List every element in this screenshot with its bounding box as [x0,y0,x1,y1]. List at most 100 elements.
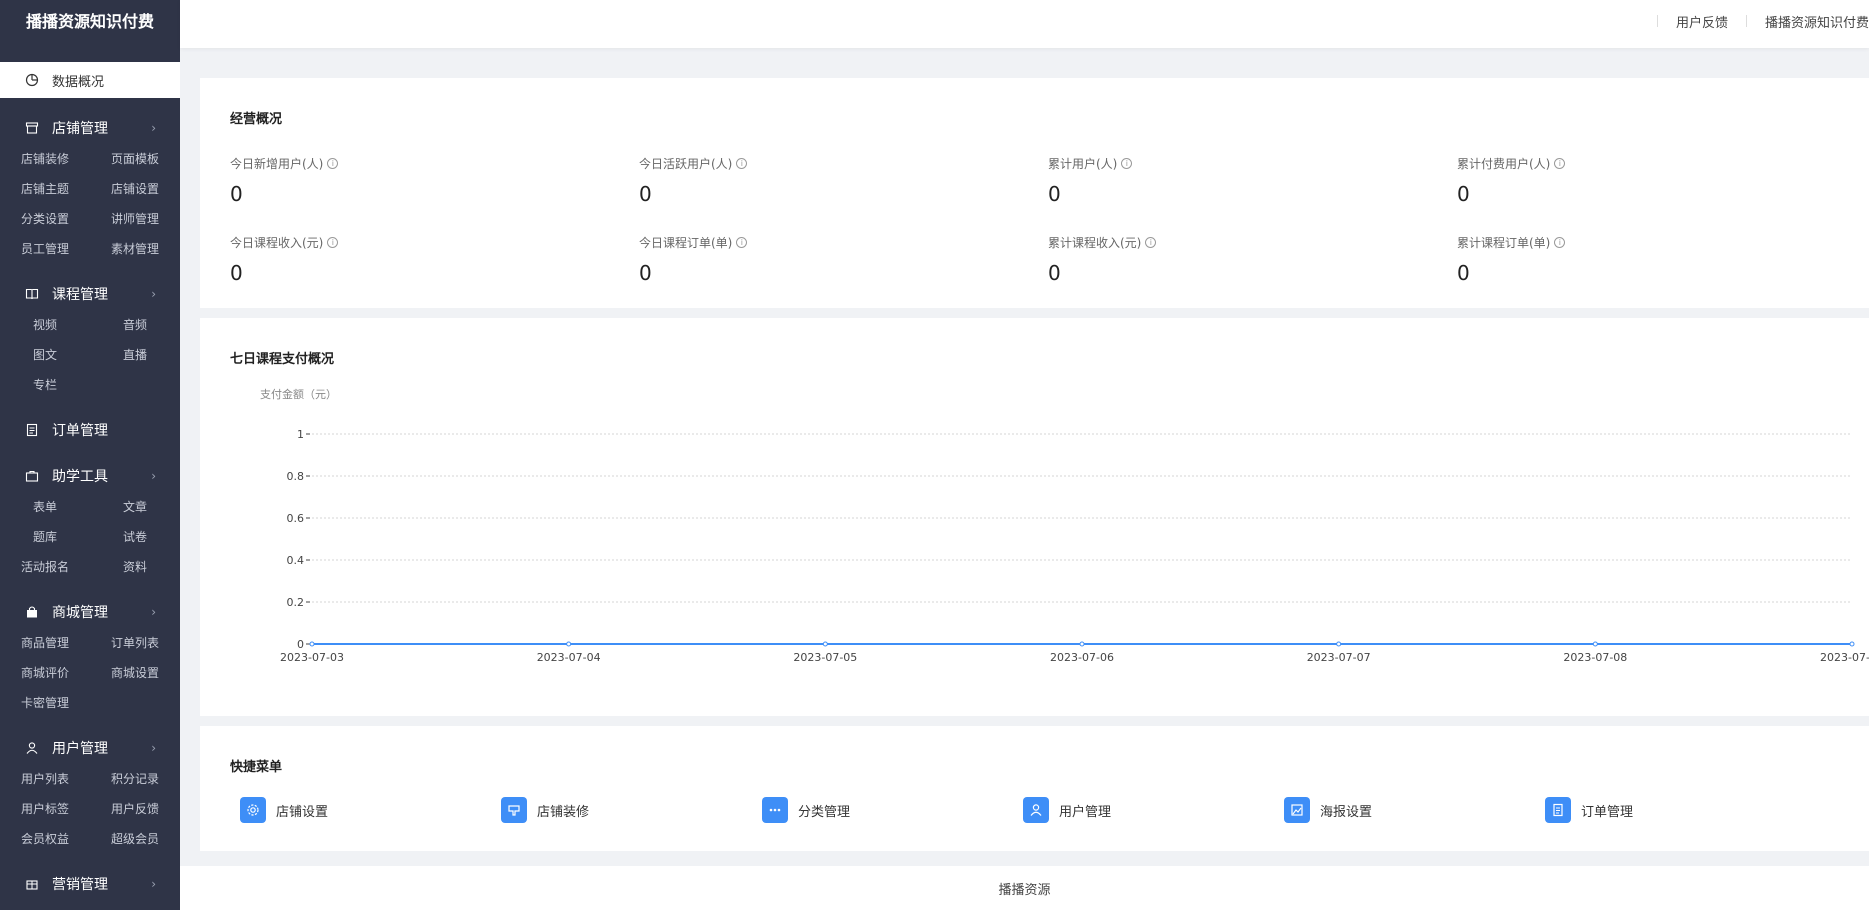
card-title: 快捷菜单 [230,760,283,775]
sidebar-group-header[interactable]: 营销管理 › [0,868,180,900]
sidebar-subitem[interactable]: 分类设置 [0,204,90,234]
stat-label: 累计课程收入(元) i [1048,234,1457,251]
sidebar-group: 用户管理 › 用户列表 积分记录 用户标签 用户反馈 会员权益 超级会员 [0,718,180,854]
sidebar-subitem[interactable]: 讲师管理 [90,204,180,234]
info-icon[interactable]: i [327,158,339,169]
sidebar-subitem[interactable]: 商品管理 [0,628,90,658]
quick-menu-item[interactable]: 海报设置 [1284,797,1545,823]
sidebar-subitem[interactable]: 商城评价 [0,658,90,688]
sidebar-group: 订单管理 [0,400,180,446]
sidebar-subitem[interactable]: 表单 [0,492,90,522]
sidebar-subitem[interactable]: 素材管理 [90,234,180,264]
sidebar-subitem[interactable]: 音频 [90,310,180,340]
sidebar-submenu: 视频 音频 图文 直播 专栏 [0,310,180,400]
sidebar-subitem[interactable]: 会员权益 [0,824,90,854]
stat-label: 累计课程订单(单) i [1457,234,1866,251]
sidebar-subitem[interactable]: 店铺装修 [0,144,90,174]
sidebar-subitem[interactable]: 超级会员 [90,824,180,854]
chevron-right-icon: › [151,877,156,891]
sidebar-subitem[interactable]: 题库 [0,522,90,552]
sidebar-group-header[interactable]: 店铺管理 › [0,112,180,144]
business-overview-card: 经营概况 今日新增用户(人) i 0 今日活跃用户(人) i 0 累计用户(人) i 0 累计付费… [200,78,1869,308]
sidebar-group-label: 营销管理 [52,877,108,893]
sidebar-subitem[interactable]: 订单列表 [90,628,180,658]
stat-label: 累计付费用户(人) i [1457,155,1866,172]
sidebar-subitem[interactable]: 店铺设置 [90,174,180,204]
chart-wrapper: 支付金额（元） 0 0.2 0.4 0.6 0.8 1 2023-07-03 2023-07-0… [230,387,1869,692]
top-bar: 用户反馈 播播资源知识付费 [180,0,1869,48]
info-icon[interactable]: i [327,237,339,248]
stat-label: 今日新增用户(人) i [230,155,639,172]
quick-menu-items: 店铺设置 店铺装修 分类管理 用户管理 海报设置 订单管理 [230,797,1839,823]
sidebar-subitem[interactable]: 员工管理 [0,234,90,264]
y-tick-label: 0.2 [287,596,305,609]
info-icon[interactable]: i [1145,237,1157,248]
info-icon[interactable]: i [1554,158,1566,169]
quick-menu-item[interactable]: 店铺装修 [501,797,762,823]
quick-menu-item[interactable]: 分类管理 [762,797,1023,823]
sidebar-group-header[interactable]: 商城管理 › [0,596,180,628]
info-icon[interactable]: i [1554,237,1566,248]
sidebar-subitem[interactable]: 商城设置 [90,658,180,688]
sidebar-subitem[interactable]: 卡密管理 [0,688,90,718]
data-point [1592,641,1598,647]
sidebar-group: 助学工具 › 表单 文章 题库 试卷 活动报名 资料 [0,446,180,582]
quick-menu-item[interactable]: 用户管理 [1023,797,1284,823]
sidebar-subitem[interactable]: 文章 [90,492,180,522]
quick-menu-item[interactable]: 店铺设置 [240,797,501,823]
sidebar-group-label: 店铺管理 [52,121,108,137]
sidebar-subitem[interactable]: 积分记录 [90,764,180,794]
chevron-right-icon: › [151,287,156,301]
sidebar-subitem[interactable]: 用户列表 [0,764,90,794]
x-tick-label: 2023-07-06 [1050,651,1114,664]
sidebar-subitem[interactable]: 视频 [0,310,90,340]
quick-menu-label: 店铺设置 [276,804,329,820]
sidebar-subitem[interactable]: 直播 [90,340,180,370]
card-title: 七日课程支付概况 [230,352,335,367]
quick-menu-label: 分类管理 [798,804,851,820]
account-name[interactable]: 播播资源知识付费 [1765,12,1869,31]
payment-chart-card: 七日课程支付概况 支付金额（元） 0 0.2 0.4 0.6 0.8 1 2023-07-03… [200,318,1869,716]
x-tick-label: 2023-07-03 [280,651,344,664]
stat-item: 累计付费用户(人) i 0 [1457,155,1866,206]
divider [1656,15,1658,27]
sidebar-subitem[interactable]: 店铺主题 [0,174,90,204]
sidebar-subitem[interactable]: 专栏 [0,370,90,400]
palette-icon [501,797,527,823]
main-content: 经营概况 今日新增用户(人) i 0 今日活跃用户(人) i 0 累计用户(人) i 0 累计付费… [200,78,1869,861]
chevron-right-icon: › [151,121,156,135]
shopping-bag-icon [24,604,40,620]
stat-label-text: 今日课程订单(单) [639,236,733,250]
sidebar-subitem[interactable]: 图文 [0,340,90,370]
toolbox-icon [24,468,40,484]
info-icon[interactable]: i [736,237,748,248]
sidebar-subitem[interactable]: 用户标签 [0,794,90,824]
footer: 播播资源 [180,866,1869,910]
sidebar-group-header[interactable]: 助学工具 › [0,460,180,492]
sidebar-group-header[interactable]: 用户管理 › [0,732,180,764]
stat-label-text: 累计付费用户(人) [1457,157,1551,171]
sidebar-subitem[interactable]: 资料 [90,552,180,582]
sidebar-submenu: 商品管理 订单列表 商城评价 商城设置 卡密管理 [0,628,180,718]
stat-item: 今日课程订单(单) i 0 [639,234,1048,285]
stat-label-text: 累计用户(人) [1048,157,1118,171]
chevron-right-icon: › [151,605,156,619]
card-title: 经营概况 [230,112,283,127]
sidebar-subitem[interactable]: 页面模板 [90,144,180,174]
sidebar-group-header[interactable]: 订单管理 [0,414,180,446]
sidebar-subitem[interactable]: 试卷 [90,522,180,552]
feedback-link[interactable]: 用户反馈 [1676,12,1728,31]
quick-menu-item[interactable]: 订单管理 [1545,797,1806,823]
info-icon[interactable]: i [736,158,748,169]
stat-item: 累计课程收入(元) i 0 [1048,234,1457,285]
data-point [1079,641,1085,647]
sidebar-item-data-overview[interactable]: 数据概况 [0,62,180,98]
quick-menu-label: 店铺装修 [537,804,590,820]
sidebar-subitem[interactable]: 用户反馈 [90,794,180,824]
info-icon[interactable]: i [1121,158,1133,169]
stats-grid: 今日新增用户(人) i 0 今日活跃用户(人) i 0 累计用户(人) i 0 累计付费用户(人)… [230,155,1839,285]
sidebar-subitem[interactable]: 活动报名 [0,552,90,582]
stat-label-text: 累计课程收入(元) [1048,236,1142,250]
sidebar-group-header[interactable]: 课程管理 › [0,278,180,310]
data-point [1336,641,1342,647]
